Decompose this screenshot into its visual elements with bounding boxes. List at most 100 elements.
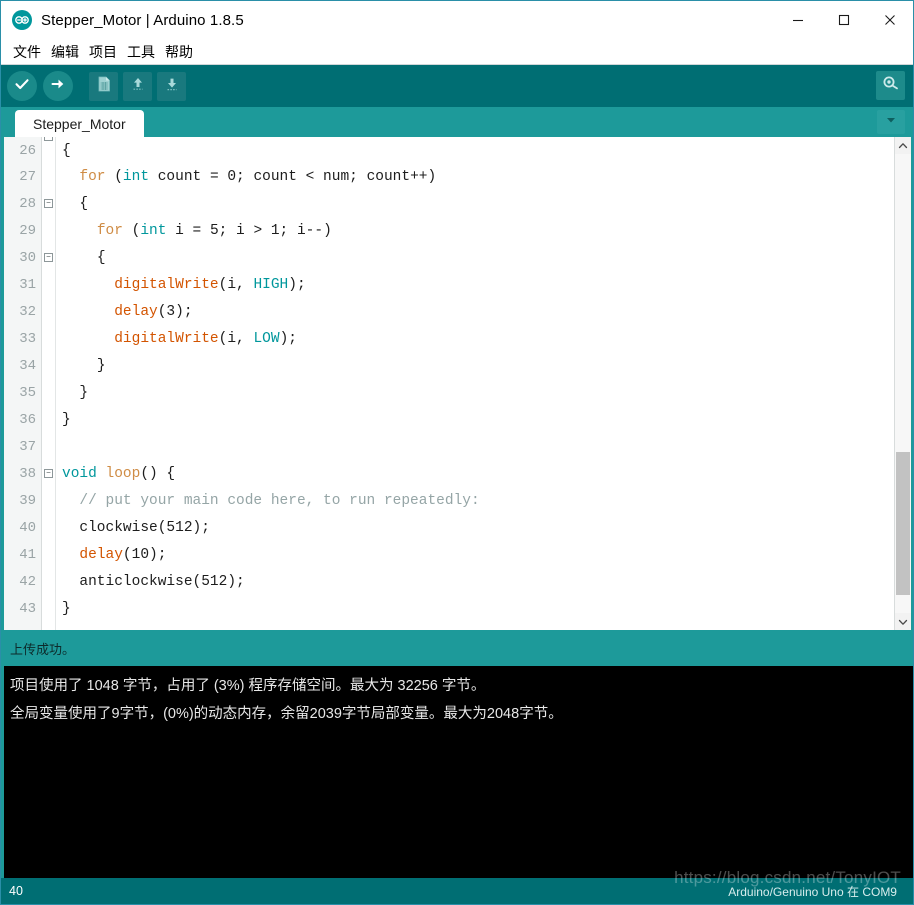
menu-edit[interactable]: 编辑	[46, 39, 84, 65]
verify-button[interactable]	[7, 71, 37, 101]
code-token: i = 5; i > 1; i--)	[166, 223, 332, 239]
scroll-up-button[interactable]	[895, 137, 911, 154]
code-line[interactable]: }	[56, 353, 894, 380]
maximize-button[interactable]	[821, 1, 867, 39]
editor-scrollbar[interactable]	[894, 137, 911, 630]
line-number: 40	[19, 520, 36, 536]
fold-toggle-icon[interactable]: −	[44, 253, 53, 262]
code-line[interactable]: digitalWrite(i, LOW);	[56, 326, 894, 353]
code-token: HIGH	[253, 277, 289, 293]
code-line[interactable]: delay(10);	[56, 542, 894, 569]
minimize-button[interactable]	[775, 1, 821, 39]
menu-tools[interactable]: 工具	[122, 39, 160, 65]
arduino-logo-icon	[11, 9, 33, 31]
code-line[interactable]: void loop() {	[56, 461, 894, 488]
window-title: Stepper_Motor | Arduino 1.8.5	[41, 11, 244, 29]
line-number: 28−	[4, 191, 53, 218]
code-token: }	[62, 601, 71, 617]
arduino-ide-window: Stepper_Motor | Arduino 1.8.5 文件 编辑 项目 工…	[0, 0, 914, 905]
code-token: {	[62, 143, 71, 159]
code-token: (i,	[218, 331, 254, 347]
code-line[interactable]: }	[56, 596, 894, 623]
window-controls	[775, 1, 913, 39]
code-token: (3);	[157, 304, 193, 320]
status-message: 上传成功。	[1, 630, 913, 666]
code-editor[interactable]: 26− 27 28− 29 30− 31 32 33 34 35 36 37 38− 39 40 41 42 43…	[1, 137, 913, 630]
scrollbar-track[interactable]	[895, 154, 911, 613]
code-token: );	[288, 277, 306, 293]
console-output[interactable]: 项目使用了 1048 字节，占用了 (3%) 程序存储空间。最大为 32256 …	[1, 666, 913, 878]
save-sketch-button[interactable]	[157, 71, 186, 101]
menu-help[interactable]: 帮助	[160, 39, 198, 65]
board-port-info: Arduino/Genuino Uno 在 COM9	[728, 884, 897, 899]
check-icon	[13, 75, 31, 98]
line-number: 36	[19, 412, 36, 428]
new-sketch-button[interactable]	[89, 71, 118, 101]
code-token: (i,	[218, 277, 254, 293]
scrollbar-thumb[interactable]	[896, 452, 910, 595]
code-token: // put your main code here, to run repea…	[79, 493, 480, 509]
arrow-right-icon	[49, 75, 67, 98]
scroll-down-button[interactable]	[895, 613, 911, 630]
fold-toggle-icon[interactable]: −	[44, 137, 53, 141]
code-line[interactable]: clockwise(512);	[56, 515, 894, 542]
code-line[interactable]: }	[56, 380, 894, 407]
code-line[interactable]	[56, 434, 894, 461]
line-number: 39	[19, 493, 36, 509]
code-line[interactable]: }	[56, 407, 894, 434]
line-number: 35	[19, 385, 36, 401]
console-line: 项目使用了 1048 字节，占用了 (3%) 程序存储空间。最大为 32256 …	[10, 678, 486, 694]
code-token: (	[122, 223, 141, 239]
code-token: {	[96, 250, 106, 266]
line-number: 26−	[4, 137, 53, 164]
code-token: );	[279, 331, 297, 347]
code-token: (	[105, 169, 123, 185]
line-number: 31	[19, 277, 36, 293]
serial-monitor-button[interactable]	[876, 71, 905, 100]
line-number: 41	[19, 547, 36, 563]
fold-toggle-icon[interactable]: −	[44, 469, 53, 478]
code-token: count = 0; count < num; count++)	[149, 169, 437, 185]
title-bar: Stepper_Motor | Arduino 1.8.5	[1, 1, 913, 39]
tab-stepper-motor[interactable]: Stepper_Motor	[15, 110, 144, 137]
open-sketch-button[interactable]	[123, 71, 152, 101]
code-line[interactable]: {	[56, 245, 894, 272]
code-line[interactable]: for (int i = 5; i > 1; i--)	[56, 218, 894, 245]
upload-button[interactable]	[43, 71, 73, 101]
code-line[interactable]: delay(3);	[56, 299, 894, 326]
code-line[interactable]: {	[56, 191, 894, 218]
code-line[interactable]: digitalWrite(i, HIGH);	[56, 272, 894, 299]
code-area[interactable]: { for (int count = 0; count < num; count…	[56, 137, 894, 630]
code-token: int	[140, 223, 167, 239]
code-line[interactable]: // put your main code here, to run repea…	[56, 488, 894, 515]
tab-menu-button[interactable]	[877, 110, 905, 134]
line-number: 32	[19, 304, 36, 320]
code-token: delay	[79, 547, 123, 563]
code-token: LOW	[253, 331, 280, 347]
line-number-gutter: 26− 27 28− 29 30− 31 32 33 34 35 36 37 38− 39 40 41 42 43	[4, 137, 53, 630]
menu-sketch[interactable]: 项目	[84, 39, 122, 65]
fold-toggle-icon[interactable]: −	[44, 199, 53, 208]
menu-file[interactable]: 文件	[8, 39, 46, 65]
arrow-up-icon	[129, 75, 147, 98]
code-line[interactable]: for (int count = 0; count < num; count++…	[56, 164, 894, 191]
close-button[interactable]	[867, 1, 913, 39]
line-number: 38−	[4, 461, 53, 488]
line-number: 37	[19, 439, 36, 455]
tab-bar: Stepper_Motor	[1, 107, 913, 137]
code-line[interactable]: anticlockwise(512);	[56, 569, 894, 596]
code-line[interactable]: {	[56, 137, 894, 164]
status-bar: 40 Arduino/Genuino Uno 在 COM9	[1, 878, 913, 904]
code-token: {	[79, 196, 89, 212]
